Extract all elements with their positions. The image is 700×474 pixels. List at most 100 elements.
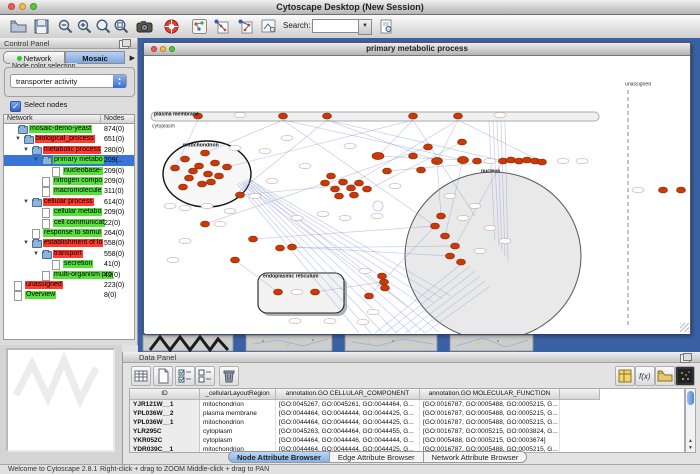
table-row[interactable]: YKR052Ccytoplasm[GO:0044464, GO:0044446,… xyxy=(130,436,684,445)
tree-node-label[interactable]: secretion xyxy=(63,260,93,268)
expand-icon[interactable]: ▼ xyxy=(23,199,29,205)
table-row[interactable]: YLR295Ccytoplasm[GO:0045263, GO:0044464,… xyxy=(130,427,684,436)
network-view-window[interactable]: primary metabolic process plasma membran… xyxy=(143,42,691,334)
tree-row[interactable]: unassigned223(0) xyxy=(4,280,134,290)
snapshot-icon[interactable] xyxy=(136,18,153,35)
table-row[interactable]: YPL036W__1mitochondrion[GO:0044464, GO:0… xyxy=(130,418,684,427)
expand-icon[interactable]: ▼ xyxy=(23,240,29,246)
expand-icon[interactable]: ▼ xyxy=(33,251,39,257)
tree-row[interactable]: secretion41(0) xyxy=(4,259,134,269)
tree-row[interactable]: cellular metabo209(0) xyxy=(4,207,134,217)
attribute-batch-icon[interactable] xyxy=(615,366,635,386)
tree-row[interactable]: Overview8(0) xyxy=(4,290,134,300)
tree-node-label[interactable]: nucleobase- xyxy=(63,167,103,175)
select-attributes-icon[interactable] xyxy=(175,366,195,386)
scrollbar-thumb[interactable] xyxy=(687,391,694,405)
tab-network-attribute-browser[interactable]: Network Attribute Browser xyxy=(424,451,528,463)
tree-row[interactable]: multi-organism pro42(0) xyxy=(4,270,134,280)
tree-node-label[interactable]: primary metabo xyxy=(53,156,104,164)
column-header[interactable]: annotation.GO CELLULAR_COMPONENT xyxy=(276,389,420,400)
tab-edge-attribute-browser[interactable]: Edge Attribute Browser xyxy=(330,451,424,463)
tree-node-label[interactable]: metabolic process xyxy=(43,146,101,154)
expand-icon[interactable]: ▼ xyxy=(23,147,29,153)
select-nodes-checkbox[interactable]: ✓ xyxy=(10,101,21,112)
expand-icon[interactable]: ▼ xyxy=(33,157,39,163)
tree-node-label[interactable]: establishment of lo xyxy=(43,239,103,247)
col-nodes[interactable]: Nodes xyxy=(101,115,134,123)
vizmapper-icon[interactable] xyxy=(260,18,277,35)
status-message: Welcome to Cytoscape 2.8.1 xyxy=(8,466,97,473)
expand-icon[interactable]: ▼ xyxy=(15,136,21,142)
tree-row[interactable]: nitrogen compo209(0) xyxy=(4,176,134,186)
save-icon[interactable] xyxy=(33,18,50,35)
open-icon[interactable] xyxy=(10,18,27,35)
search-dropdown-icon[interactable]: ▼ xyxy=(358,19,372,35)
layout-icon[interactable] xyxy=(191,18,208,35)
table-row[interactable]: YJR121W__1mitochondrion[GO:0045267, GO:0… xyxy=(130,400,684,409)
tree-node-label[interactable]: cellular metabo xyxy=(53,208,102,216)
zoom-selected-icon[interactable] xyxy=(95,18,112,35)
tree-row[interactable]: cell communicat22(0) xyxy=(4,218,134,228)
network-canvas[interactable]: plasma membrane cytoplasm mitochondrion … xyxy=(145,56,690,334)
network-view-icon[interactable] xyxy=(213,18,230,35)
network-window-titlebar[interactable]: primary metabolic process xyxy=(144,43,690,56)
tree-row[interactable]: nucleobase-209(0) xyxy=(4,166,134,176)
float-panel-icon[interactable] xyxy=(680,354,690,363)
tab-overflow-icon[interactable]: ▶ xyxy=(130,54,135,62)
tree-row[interactable]: ▼biological_process651(0) xyxy=(4,134,134,144)
network-view-alt-icon[interactable] xyxy=(237,18,254,35)
tree-node-label[interactable]: response to stimul xyxy=(43,229,102,237)
table-mode-icon[interactable] xyxy=(131,366,151,386)
table-row[interactable]: YPL036W__2plasma membrane[GO:0044464, GO… xyxy=(130,409,684,418)
birdseye-view[interactable] xyxy=(6,348,115,452)
zoom-out-icon[interactable] xyxy=(57,18,74,35)
import-attributes-icon[interactable] xyxy=(655,366,675,386)
tree-node-label[interactable]: biological_process xyxy=(35,135,95,143)
zoom-in-icon[interactable] xyxy=(76,18,93,35)
cell-mf: [GO:0016787, GO:0005215, GO:0003824, G..… xyxy=(420,427,560,436)
help-icon[interactable] xyxy=(163,18,180,35)
window-resize-grip[interactable] xyxy=(680,323,689,332)
cell-region: plasma membrane xyxy=(200,409,276,418)
column-header[interactable]: ID xyxy=(130,389,200,400)
matrix-icon[interactable] xyxy=(675,366,695,386)
cell-cc: [GO:0045267, GO:0045261, GO:0044464, G..… xyxy=(276,400,420,409)
tree-node-label[interactable]: mosaic-demo-yeast xyxy=(29,125,92,133)
tree-row[interactable]: ▼primary metabo209(.. xyxy=(4,155,134,165)
attribute-table[interactable]: ID_cellularLayoutRegionannotation.GO CEL… xyxy=(129,388,685,453)
scroll-down-icon[interactable]: ▼ xyxy=(686,445,695,451)
tree-row[interactable]: macromolecule311(0) xyxy=(4,186,134,196)
new-attribute-icon[interactable] xyxy=(153,366,173,386)
scroll-up-icon[interactable]: ▲ xyxy=(686,438,695,444)
tree-node-label[interactable]: macromolecule xyxy=(53,187,102,195)
zoom-fit-icon[interactable] xyxy=(113,18,130,35)
column-header[interactable]: _cellularLayoutRegion xyxy=(200,389,276,400)
tree-row[interactable]: ▼transport558(0) xyxy=(4,249,134,259)
table-scrollbar[interactable]: ▲ ▼ xyxy=(685,388,696,453)
tree-node-label[interactable]: unassigned xyxy=(25,281,63,289)
float-panel-icon[interactable] xyxy=(119,40,129,49)
col-network[interactable]: Network xyxy=(4,115,101,123)
tree-node-label[interactable]: nitrogen compo xyxy=(53,177,103,185)
column-header[interactable] xyxy=(560,389,600,400)
node-color-select[interactable]: transporter activity ▲▼ xyxy=(10,74,127,88)
select-nodes-row[interactable]: ✓Select nodes xyxy=(10,100,67,110)
unselect-attributes-icon[interactable] xyxy=(195,366,215,386)
tree-node-label[interactable]: Overview xyxy=(25,291,56,299)
search-advanced-icon[interactable] xyxy=(378,18,395,35)
tree-row[interactable]: response to stimul264(0) xyxy=(4,228,134,238)
column-header[interactable]: annotation.GO MOLECULAR_FUNCTION xyxy=(420,389,560,400)
tree-row[interactable]: mosaic-demo-yeast874(0) xyxy=(4,124,134,134)
delete-attribute-icon[interactable] xyxy=(219,366,239,386)
tree-node-label[interactable]: cell communicat xyxy=(53,219,105,227)
control-panel-title: Control Panel xyxy=(4,39,49,48)
tab-node-attribute-browser[interactable]: Node Attribute Browser xyxy=(228,451,330,463)
tree-row[interactable]: ▼establishment of lo558(0) xyxy=(4,238,134,248)
function-builder-icon[interactable]: f(x) xyxy=(635,366,655,386)
tree-node-label[interactable]: cellular process xyxy=(43,198,94,206)
tree-row[interactable]: ▼cellular process614(0) xyxy=(4,197,134,207)
tree-node-label[interactable]: transport xyxy=(53,250,83,258)
region-label-cytoplasm: cytoplasm xyxy=(152,124,175,129)
tree-row[interactable]: ▼metabolic process280(0) xyxy=(4,145,134,155)
search-input[interactable] xyxy=(312,19,362,33)
